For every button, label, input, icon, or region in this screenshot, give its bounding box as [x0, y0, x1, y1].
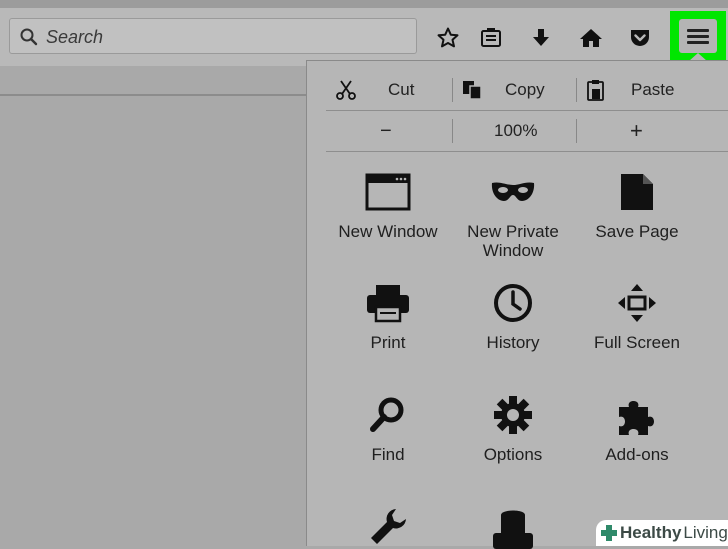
healthy-living-watermark: Healthy Living: [596, 520, 728, 546]
home-icon[interactable]: [577, 24, 605, 52]
pocket-icon[interactable]: [626, 24, 654, 52]
new-window-button[interactable]: New Window: [318, 170, 458, 241]
printer-icon: [318, 281, 458, 325]
save-page-icon: [567, 170, 707, 214]
new-private-window-button[interactable]: New Private Window: [443, 170, 583, 260]
tile-label: Save Page: [595, 222, 679, 241]
private-mask-icon: [443, 170, 583, 214]
plus-cross-icon: [600, 524, 618, 542]
zoom-row: − 100% +: [326, 112, 728, 150]
tile-label: History: [486, 333, 540, 352]
menu-divider: [326, 110, 728, 111]
add-ons-button[interactable]: Add-ons: [567, 393, 707, 464]
watermark-bold-text: Healthy: [620, 523, 682, 542]
zoom-separator: [576, 119, 577, 143]
full-screen-icon: [567, 281, 707, 325]
customize-button[interactable]: [443, 505, 583, 549]
gear-icon: [443, 393, 583, 437]
tile-label: Print: [370, 333, 406, 352]
search-input[interactable]: Search: [9, 18, 417, 54]
new-window-icon: [318, 170, 458, 214]
edit-separator: [452, 78, 453, 102]
tile-label: New Window: [338, 222, 438, 241]
search-placeholder: Search: [46, 27, 104, 47]
paste-icon: [585, 71, 607, 109]
find-button[interactable]: Find: [318, 393, 458, 464]
download-icon[interactable]: [527, 24, 555, 52]
zoom-in-button[interactable]: +: [630, 112, 643, 150]
cut-icon: [334, 71, 358, 109]
tile-label: Add-ons: [605, 445, 669, 464]
tile-label: Options: [483, 445, 543, 464]
copy-icon: [460, 71, 484, 109]
cut-button[interactable]: Cut: [388, 71, 414, 109]
hat-icon: [443, 505, 583, 549]
edit-row: Cut Copy Paste: [326, 71, 728, 109]
save-page-button[interactable]: Save Page: [567, 170, 707, 241]
hamburger-menu-icon: [679, 19, 717, 53]
watermark-text: Living: [683, 523, 728, 542]
zoom-separator: [452, 119, 453, 143]
edit-separator: [576, 78, 577, 102]
tile-label: Full Screen: [594, 333, 680, 352]
search-icon: [20, 28, 38, 46]
menu-divider: [326, 151, 728, 152]
copy-button[interactable]: Copy: [505, 71, 545, 109]
history-clock-icon: [443, 281, 583, 325]
window-top-strip: [0, 0, 728, 8]
history-button[interactable]: History: [443, 281, 583, 352]
reading-list-icon[interactable]: [477, 24, 505, 52]
tile-label: Find: [371, 445, 405, 464]
paste-button[interactable]: Paste: [631, 71, 674, 109]
print-button[interactable]: Print: [318, 281, 458, 352]
developer-tools-button[interactable]: [318, 505, 458, 549]
puzzle-piece-icon: [567, 393, 707, 437]
options-button[interactable]: Options: [443, 393, 583, 464]
tile-label: New Private Window: [467, 222, 559, 260]
bookmark-star-icon[interactable]: [434, 24, 462, 52]
full-screen-button[interactable]: Full Screen: [567, 281, 707, 352]
zoom-reset-button[interactable]: 100%: [494, 112, 537, 150]
wrench-icon: [318, 505, 458, 549]
zoom-out-button[interactable]: −: [380, 112, 392, 150]
magnifier-icon: [318, 393, 458, 437]
